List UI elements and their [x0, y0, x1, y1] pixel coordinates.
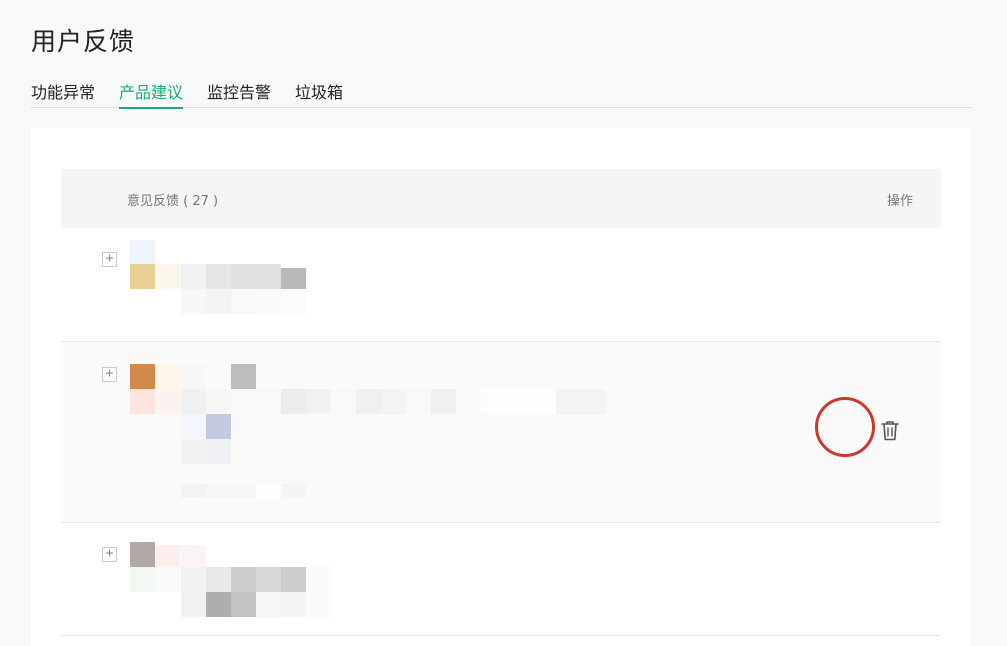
tab-bar: 功能异常 产品建议 监控告警 垃圾箱: [31, 76, 971, 109]
expand-toggle[interactable]: +: [102, 547, 117, 562]
feedback-card: 意见反馈 ( 27 ) 操作 + + +: [31, 128, 971, 646]
tab-function-error[interactable]: 功能异常: [31, 76, 95, 108]
tab-monitor-alert[interactable]: 监控告警: [207, 76, 271, 108]
table-header: 意见反馈 ( 27 ) 操作: [61, 169, 941, 228]
actions-header: 操作: [886, 194, 913, 209]
highlight-circle: [815, 397, 875, 457]
expand-toggle[interactable]: +: [102, 252, 117, 267]
table-row[interactable]: +: [61, 228, 941, 342]
tab-trash[interactable]: 垃圾箱: [295, 76, 343, 108]
table-row[interactable]: +: [61, 523, 941, 636]
tab-product-suggestion[interactable]: 产品建议: [119, 76, 184, 109]
table-row[interactable]: +: [61, 342, 941, 523]
trash-icon[interactable]: [879, 419, 901, 443]
expand-toggle[interactable]: +: [102, 367, 117, 382]
feedback-count-header: 意见反馈 ( 27 ): [127, 194, 219, 209]
page-title: 用户反馈: [31, 27, 136, 56]
